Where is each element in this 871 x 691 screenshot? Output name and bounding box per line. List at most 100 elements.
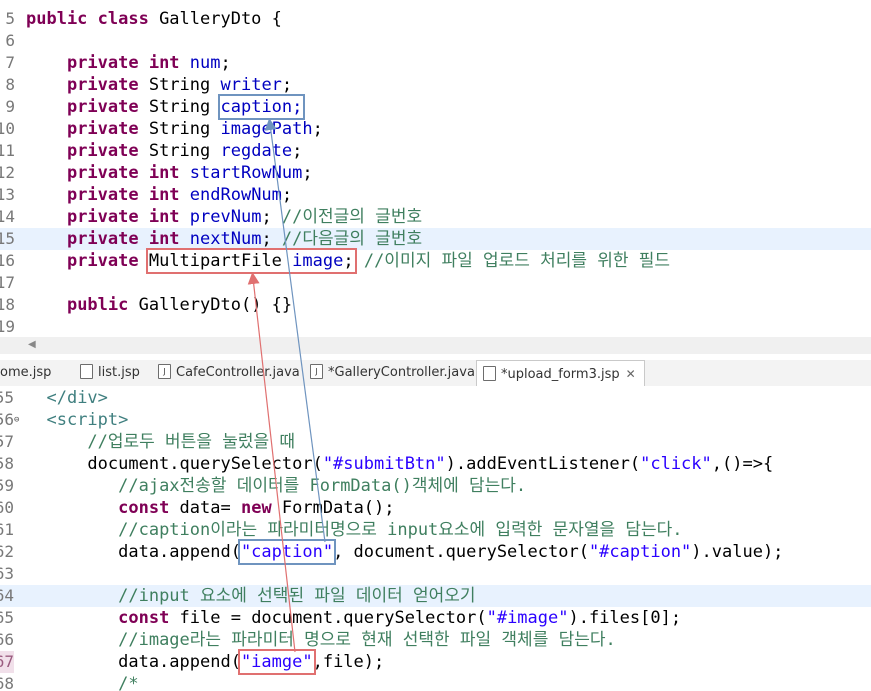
scroll-left-arrow-icon[interactable]: ◀ [28,339,36,350]
line-number[interactable]: 55 [0,387,14,409]
code-text[interactable]: data.append("iamge",file); [26,649,384,675]
gallerydto-editor[interactable]: 5 public class GalleryDto { 6 7 private int… [0,0,871,337]
code-text[interactable]: private int prevNum; //이전글의 글번호 [26,206,422,228]
code-line[interactable]: 7 private int num; [0,52,871,74]
line-number[interactable]: 65 [0,607,14,629]
code-line[interactable]: 61 //caption이라는 파라미터명으로 input요소에 입력한 문자열… [0,519,871,541]
code-token: ; [281,75,293,95]
code-text[interactable]: private int startRowNum; [26,162,313,184]
code-line[interactable]: 67 data.append("iamge",file); [0,649,871,675]
line-number[interactable]: 10 [0,118,15,140]
line-number[interactable]: 5 [0,8,15,30]
code-text[interactable]: <script> [26,409,128,431]
line-number[interactable]: 7 [0,52,15,74]
line-number[interactable]: 9 [0,96,15,118]
line-number[interactable]: 68 [0,673,14,691]
line-number[interactable]: 64 [0,585,14,607]
code-text[interactable]: public class GalleryDto { [26,8,282,30]
code-line[interactable]: 57 //업로두 버튼을 눌렀을 때 [0,431,871,453]
line-number[interactable]: 66 [0,629,14,651]
code-line[interactable]: 58 document.querySelector("#submitBtn").… [0,453,871,475]
code-token: private int [66,163,190,183]
code-text[interactable]: private int nextNum; //다음글의 글번호 [26,228,422,250]
code-text[interactable]: private int num; [26,52,231,74]
code-line[interactable]: 17 [0,272,871,294]
line-number[interactable]: 58 [0,453,14,475]
close-tab-icon[interactable]: ✕ [626,367,636,381]
line-number[interactable]: 13 [0,184,15,206]
line-number[interactable]: 63 [0,563,14,585]
code-text[interactable]: </div> [26,387,107,409]
code-line[interactable]: 19 [0,316,871,337]
line-number[interactable]: 6 [0,30,15,52]
code-token: ; [281,185,293,205]
code-text[interactable]: //caption이라는 파라미터명으로 input요소에 입력한 문자열을 담… [26,519,682,541]
code-text[interactable]: public GalleryDto() {} [26,294,292,316]
editor-tab[interactable]: list.jsp [80,360,140,386]
code-text[interactable]: private String writer; [26,74,292,96]
line-number[interactable]: 12 [0,162,15,184]
editor-tab[interactable]: *upload_form3.jsp ✕ [476,360,645,386]
line-number[interactable]: 14 [0,206,15,228]
code-line[interactable]: 8 private String writer; [0,74,871,96]
code-text[interactable]: //업로두 버튼을 눌렀을 때 [26,431,295,453]
code-line[interactable]: 56⊖ <script> [0,409,871,431]
line-number[interactable]: 17 [0,272,15,294]
code-text[interactable]: private MultipartFile image; //이미지 파일 업로… [26,248,670,274]
line-number[interactable]: 61 [0,519,14,541]
code-line[interactable]: 9 private String caption; [0,94,871,120]
upload-form-editor[interactable]: 55 </div>56⊖ <script>57 //업로두 버튼을 눌렀을 때5… [0,386,871,691]
code-line[interactable]: 12 private int startRowNum; [0,162,871,184]
code-text[interactable]: private String regdate; [26,140,302,162]
code-text[interactable]: //image라는 파라미터 명으로 현재 선택한 파일 객체를 담는다. [26,629,616,651]
code-text[interactable]: private int endRowNum; [26,184,292,206]
code-line[interactable]: 15 private int nextNum; //다음글의 글번호 [0,228,871,250]
line-number[interactable]: 16 [0,250,15,272]
editor-tab[interactable]: J CafeController.java [158,360,300,386]
line-number[interactable]: 15 [0,228,15,250]
line-number[interactable]: 59 [0,475,14,497]
code-line[interactable]: 16 private MultipartFile image; //이미지 파일… [0,248,871,274]
line-number[interactable]: 18 [0,294,15,316]
code-line[interactable]: 59 //ajax전송할 데이터를 FormData()객체에 담는다. [0,475,871,497]
code-line[interactable]: 55 </div> [0,387,871,409]
code-line[interactable]: 6 [0,30,871,52]
code-token: private [66,97,149,117]
code-line[interactable]: 13 private int endRowNum; [0,184,871,206]
code-token: String [148,75,221,95]
code-line[interactable]: 65 const file = document.querySelector("… [0,607,871,629]
line-number[interactable]: 67 [0,651,14,673]
code-line[interactable]: 11 private String regdate; [0,140,871,162]
code-text[interactable]: const data= new FormData(); [26,497,394,519]
code-line[interactable]: 60 const data= new FormData(); [0,497,871,519]
code-line[interactable]: 18 public GalleryDto() {} [0,294,871,316]
code-text[interactable]: private String caption; [26,94,306,120]
code-line[interactable]: 64 //input 요소에 선택된 파일 데이터 얻어오기 [0,585,871,607]
line-number[interactable]: 11 [0,140,15,162]
code-line[interactable]: 10 private String imagePath; [0,118,871,140]
code-line[interactable]: 68 /* [0,673,871,691]
code-text[interactable]: /* [26,673,138,691]
code-line[interactable]: 66 //image라는 파라미터 명으로 현재 선택한 파일 객체를 담는다. [0,629,871,651]
code-token: imagePath [220,119,313,139]
code-text[interactable]: private String imagePath; [26,118,323,140]
line-number[interactable]: 60 [0,497,14,519]
code-text[interactable]: //ajax전송할 데이터를 FormData()객체에 담는다. [26,475,526,497]
horizontal-scrollbar[interactable]: ◀ [0,337,871,354]
line-number[interactable]: 62 [0,541,14,563]
code-text[interactable]: //input 요소에 선택된 파일 데이터 얻어오기 [26,585,475,607]
line-number[interactable]: 56 [0,409,14,431]
line-number[interactable]: 19 [0,316,15,337]
code-text[interactable]: const file = document.querySelector("#im… [26,607,681,629]
line-number[interactable]: 8 [0,74,15,96]
editor-tab[interactable]: ome.jsp [0,360,51,386]
line-number[interactable]: 57 [0,431,14,453]
editor-tab[interactable]: J *GalleryController.java [310,360,475,386]
code-text[interactable]: data.append("caption", document.querySel… [26,539,783,565]
code-line[interactable]: 63 [0,563,871,585]
code-text[interactable]: document.querySelector("#submitBtn").add… [26,453,773,475]
code-line[interactable]: 62 data.append("caption", document.query… [0,539,871,565]
code-line[interactable]: 5 public class GalleryDto { [0,8,871,30]
code-line[interactable]: 14 private int prevNum; //이전글의 글번호 [0,206,871,228]
fold-toggle-icon[interactable]: ⊖ [14,409,19,431]
